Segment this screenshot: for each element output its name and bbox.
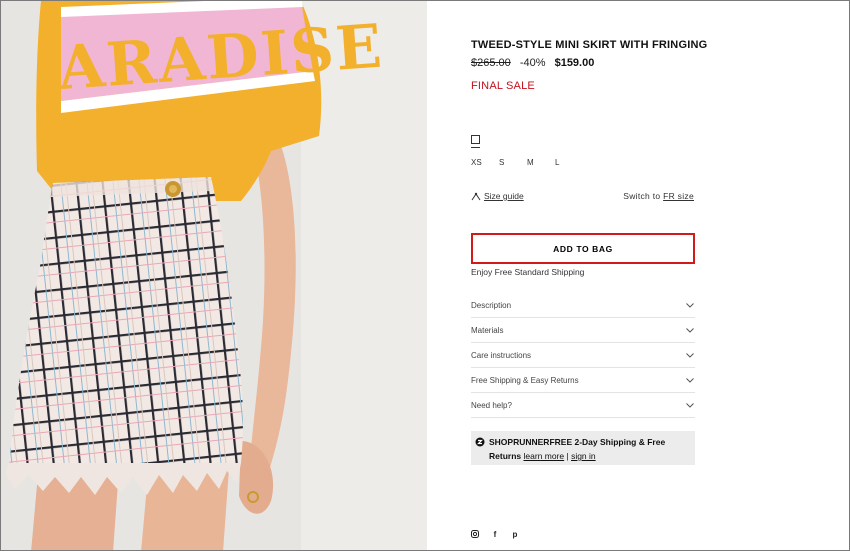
chevron-down-icon [686,352,694,358]
info-accordion: Description Materials Care instructions … [471,293,695,418]
shoprunner-brand: SHOPRUNNER [489,437,550,447]
switch-size-link[interactable]: FR size [663,191,694,201]
accordion-materials[interactable]: Materials [471,318,695,343]
chevron-down-icon [686,327,694,333]
discount-badge: -40% [519,57,546,69]
add-to-bag-button[interactable]: ADD TO BAG [471,233,695,264]
size-selector: XS S M L [471,158,583,167]
switch-size-prefix: Switch to [623,191,664,201]
accordion-label: Free Shipping & Easy Returns [471,375,579,385]
size-option-l[interactable]: L [555,158,583,167]
size-option-xs[interactable]: XS [471,158,499,167]
size-option-s[interactable]: S [499,158,527,167]
accordion-label: Materials [471,325,504,335]
accordion-label: Need help? [471,400,512,410]
accordion-label: Description [471,300,512,310]
product-photo: ARADISE [1,1,427,550]
shoprunner-logo-icon [475,437,485,447]
shoprunner-learn-more-link[interactable]: learn more [523,451,564,461]
accordion-label: Care instructions [471,350,532,360]
accordion-care-instructions[interactable]: Care instructions [471,343,695,368]
accordion-need-help[interactable]: Need help? [471,393,695,418]
instagram-icon[interactable] [471,530,479,538]
final-sale-label: FINAL SALE [471,80,535,92]
size-option-m[interactable]: M [527,158,555,167]
switch-size: Switch to FR size [623,191,694,201]
ruler-icon [471,192,481,200]
chevron-down-icon [686,302,694,308]
shoprunner-sign-in-link[interactable]: sign in [571,451,596,461]
accordion-shipping-returns[interactable]: Free Shipping & Easy Returns [471,368,695,393]
chevron-down-icon [686,377,694,383]
facebook-icon[interactable]: f [491,530,499,539]
size-guide-label: Size guide [484,191,524,201]
shoprunner-banner: SHOPRUNNER FREE 2-Day Shipping & Free Re… [471,431,695,465]
pinterest-icon[interactable]: p [511,530,519,539]
price-row: $265.00 -40% $159.00 [471,57,594,69]
original-price: $265.00 [471,57,511,69]
chevron-down-icon [686,402,694,408]
sale-price: $159.00 [554,57,595,69]
page-frame: ARADISE TWEED-STYLE MINI SKIRT WITH FRIN… [0,0,850,551]
accordion-description[interactable]: Description [471,293,695,318]
social-links: f p [471,530,519,539]
shoprunner-offer-cont: Returns [489,451,524,461]
size-guide-link[interactable]: Size guide [471,191,524,201]
shoprunner-offer: FREE 2-Day Shipping & Free [549,437,666,447]
color-swatch[interactable] [471,135,480,144]
shipping-note: Enjoy Free Standard Shipping [471,267,585,277]
swatch-selected-indicator [471,147,480,148]
product-title: TWEED-STYLE MINI SKIRT WITH FRINGING [471,39,708,51]
